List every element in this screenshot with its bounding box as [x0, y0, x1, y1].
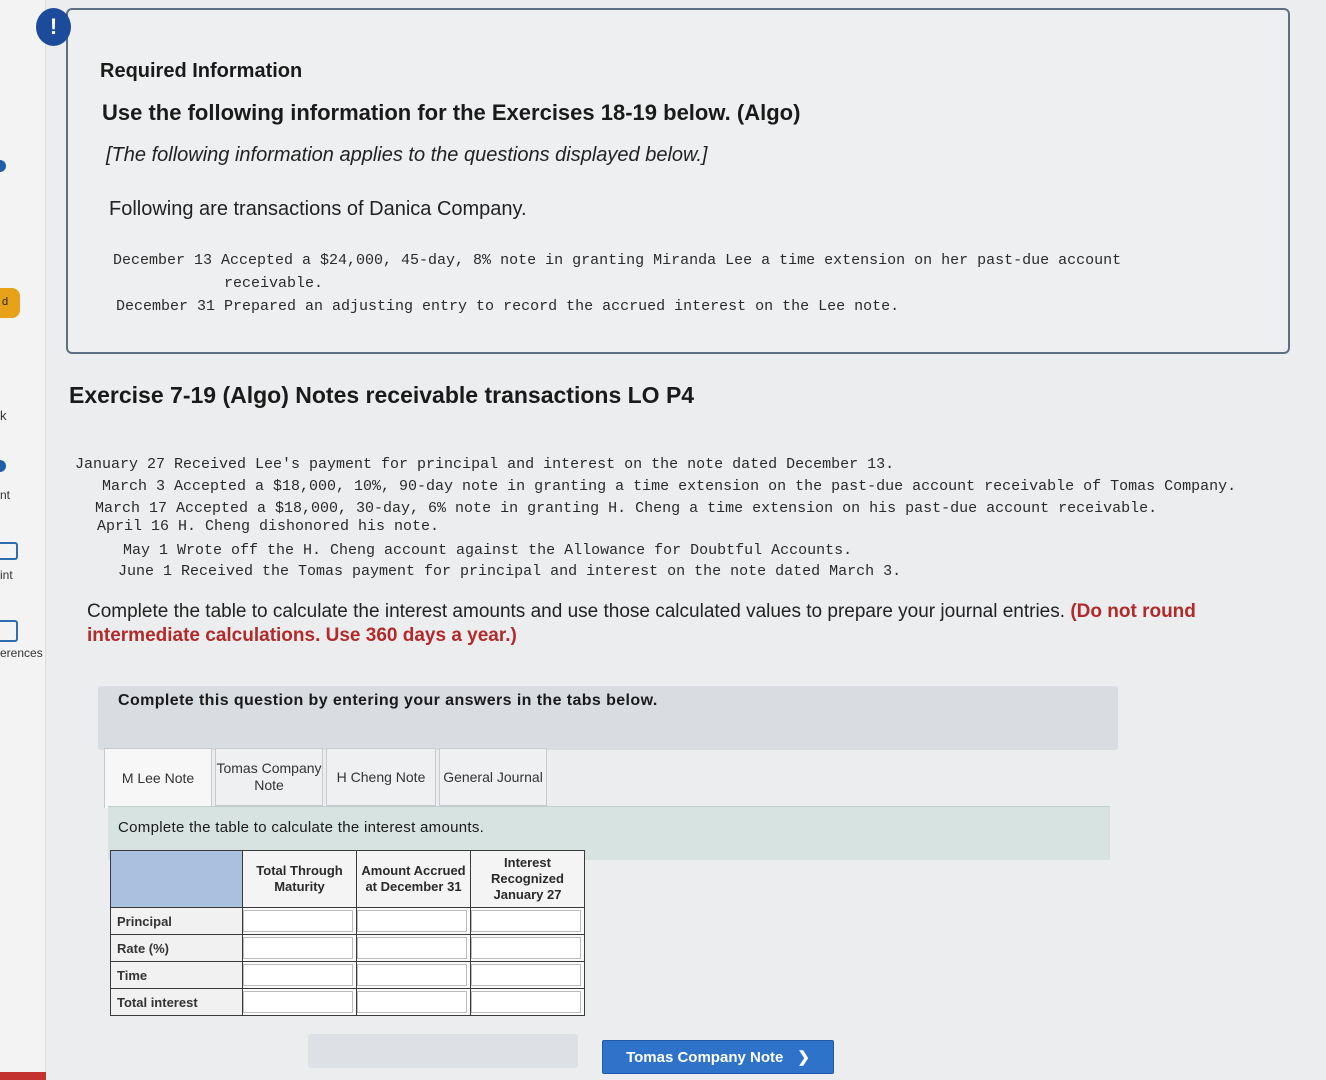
transaction-january-27: January 27 Received Lee's payment for pr…	[75, 456, 895, 473]
column-recognized-january-27: Interest Recognized January 27	[470, 850, 585, 908]
next-tab-button[interactable]: Tomas Company Note ❯	[602, 1040, 834, 1074]
question-bar: Complete this question by entering your …	[98, 686, 1118, 750]
table-row: Total interest	[110, 988, 585, 1016]
alert-icon: !	[36, 8, 71, 46]
calculator-icon[interactable]	[0, 542, 18, 560]
time-accrued-input[interactable]	[357, 964, 467, 986]
rate-total-input[interactable]	[243, 937, 353, 959]
sidebar-fragment-2[interactable]: nt	[0, 488, 10, 502]
column-total-through-maturity: Total Through Maturity	[242, 850, 357, 908]
references-icon[interactable]	[0, 620, 18, 642]
table-corner-cell	[110, 850, 243, 908]
info-transaction-2: December 31 Prepared an adjusting entry …	[116, 298, 900, 315]
sidebar-red-strip	[0, 1072, 46, 1080]
sidebar-dot-icon	[0, 460, 6, 472]
tab-instruction-text: Complete the table to calculate the inte…	[118, 819, 485, 836]
interest-table: Total Through Maturity Amount Accrued at…	[110, 850, 585, 1016]
sidebar-fragment-4[interactable]: erences	[0, 646, 43, 660]
table-row: Rate (%)	[110, 934, 585, 962]
chevron-right-icon: ❯	[797, 1049, 810, 1066]
left-sidebar: k nt d int erences	[0, 0, 46, 1080]
sidebar-badge[interactable]: d	[0, 288, 20, 318]
info-transaction-1-cont: receivable.	[224, 275, 324, 292]
question-bar-text: Complete this question by entering your …	[118, 692, 658, 709]
tab-general-journal[interactable]: General Journal	[439, 748, 547, 806]
use-following-heading: Use the following information for the Ex…	[102, 100, 801, 125]
principal-total-input[interactable]	[243, 910, 353, 932]
transaction-march-17: March 17 Accepted a $18,000, 30-day, 6% …	[95, 500, 1158, 517]
time-recognized-input[interactable]	[471, 964, 581, 986]
info-transaction-1: December 13 Accepted a $24,000, 45-day, …	[113, 252, 1122, 269]
rate-recognized-input[interactable]	[471, 937, 581, 959]
table-row: Time	[110, 961, 585, 989]
rate-accrued-input[interactable]	[357, 937, 467, 959]
total-interest-recognized-input[interactable]	[471, 991, 581, 1013]
interest-table-wrap: Total Through Maturity Amount Accrued at…	[110, 850, 585, 1016]
applies-note: [The following information applies to th…	[106, 144, 708, 166]
total-interest-accrued-input[interactable]	[357, 991, 467, 1013]
table-row: Principal	[110, 907, 585, 935]
instruction-main: Complete the table to calculate the inte…	[87, 601, 1066, 622]
required-information-title: Required Information	[100, 60, 303, 82]
transaction-june-1: June 1 Received the Tomas payment for pr…	[118, 563, 902, 580]
transaction-may-1: May 1 Wrote off the H. Cheng account aga…	[123, 542, 853, 559]
transaction-march-3: March 3 Accepted a $18,000, 10%, 90-day …	[102, 478, 1237, 495]
principal-recognized-input[interactable]	[471, 910, 581, 932]
previous-button-faded[interactable]	[308, 1034, 578, 1068]
column-accrued-december-31: Amount Accrued at December 31	[356, 850, 471, 908]
row-label-principal: Principal	[110, 907, 243, 935]
tab-m-lee-note[interactable]: M Lee Note	[104, 748, 212, 808]
following-text: Following are transactions of Danica Com…	[109, 198, 527, 220]
total-interest-total-input[interactable]	[243, 991, 353, 1013]
principal-accrued-input[interactable]	[357, 910, 467, 932]
tab-tomas-company-note[interactable]: Tomas Company Note	[215, 748, 323, 806]
sidebar-dot-icon-top	[0, 160, 6, 172]
transaction-april-16: April 16 H. Cheng dishonored his note.	[97, 518, 440, 535]
sidebar-fragment-3[interactable]: int	[0, 568, 13, 582]
next-tab-button-label: Tomas Company Note	[626, 1048, 784, 1066]
exercise-title: Exercise 7-19 (Algo) Notes receivable tr…	[69, 382, 695, 408]
row-label-time: Time	[110, 961, 243, 989]
time-total-input[interactable]	[243, 964, 353, 986]
sidebar-fragment-1[interactable]: k	[0, 408, 7, 423]
row-label-total-interest: Total interest	[110, 988, 243, 1016]
tab-h-cheng-note[interactable]: H Cheng Note	[326, 748, 436, 806]
instruction-text: Complete the table to calculate the inte…	[87, 600, 1257, 648]
row-label-rate: Rate (%)	[110, 934, 243, 962]
